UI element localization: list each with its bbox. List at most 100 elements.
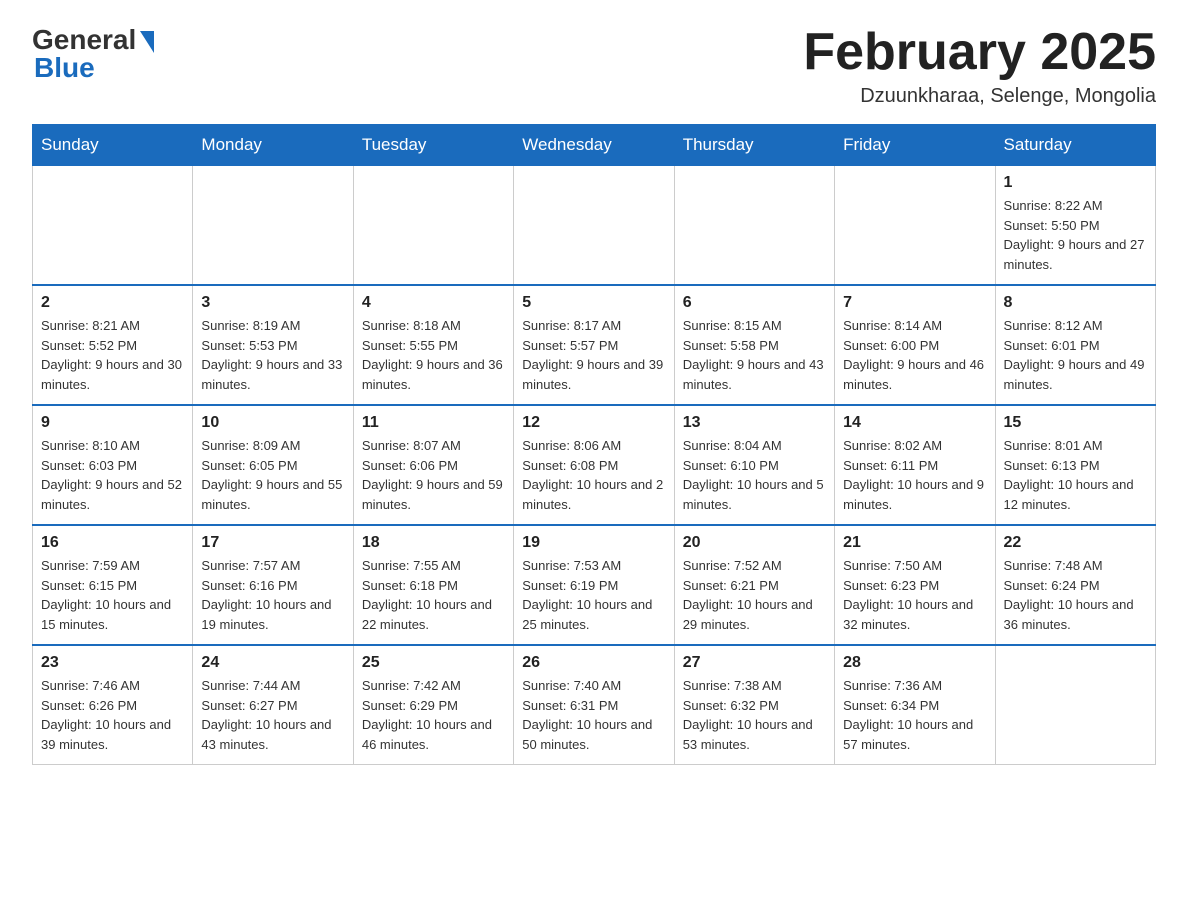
table-row: 12Sunrise: 8:06 AM Sunset: 6:08 PM Dayli… bbox=[514, 405, 674, 525]
day-info: Sunrise: 7:46 AM Sunset: 6:26 PM Dayligh… bbox=[41, 676, 184, 754]
day-number: 18 bbox=[362, 534, 505, 552]
day-info: Sunrise: 8:01 AM Sunset: 6:13 PM Dayligh… bbox=[1004, 436, 1147, 514]
logo-triangle-icon bbox=[140, 31, 154, 53]
table-row bbox=[514, 166, 674, 286]
table-row: 18 Sunrise: 7:55 AM Sunset: 6:18 PM Dayli… bbox=[353, 525, 513, 645]
table-row: 2 Sunrise: 8:21 AM Sunset: 5:52 PM Daylig… bbox=[33, 285, 193, 405]
month-title: February 2025 bbox=[803, 24, 1156, 81]
day-number: 27 bbox=[683, 654, 826, 672]
table-row: 6Sunrise: 8:15 AM Sunset: 5:58 PM Daylig… bbox=[674, 285, 834, 405]
table-row: 10Sunrise: 8:09 AM Sunset: 6:05 PM Dayli… bbox=[193, 405, 353, 525]
day-info: Sunrise: 8:17 AM Sunset: 5:57 PM Dayligh… bbox=[522, 316, 665, 394]
header-thursday: Thursday bbox=[674, 125, 834, 166]
day-number: 7 bbox=[843, 294, 986, 312]
day-number: 1 bbox=[1004, 174, 1147, 192]
day-number: 20 bbox=[683, 534, 826, 552]
calendar-week-row: 2 Sunrise: 8:21 AM Sunset: 5:52 PM Daylig… bbox=[33, 285, 1156, 405]
table-row: 20 Sunrise: 7:52 AM Sunset: 6:21 PM Dayli… bbox=[674, 525, 834, 645]
calendar-week-row: 16 Sunrise: 7:59 AM Sunset: 6:15 PM Dayli… bbox=[33, 525, 1156, 645]
day-info: Sunrise: 8:12 AM Sunset: 6:01 PM Dayligh… bbox=[1004, 316, 1147, 394]
header-friday: Friday bbox=[835, 125, 995, 166]
day-number: 8 bbox=[1004, 294, 1147, 312]
table-row: 28Sunrise: 7:36 AM Sunset: 6:34 PM Dayli… bbox=[835, 645, 995, 765]
table-row: 24 Sunrise: 7:44 AM Sunset: 6:27 PM Dayli… bbox=[193, 645, 353, 765]
day-info: Sunrise: 8:02 AM Sunset: 6:11 PM Dayligh… bbox=[843, 436, 986, 514]
day-info: Sunrise: 7:50 AM Sunset: 6:23 PM Dayligh… bbox=[843, 556, 986, 634]
calendar-week-row: 1Sunrise: 8:22 AM Sunset: 5:50 PM Daylig… bbox=[33, 166, 1156, 286]
day-number: 26 bbox=[522, 654, 665, 672]
page-header: General Blue February 2025 Dzuunkharaa, … bbox=[32, 24, 1156, 108]
day-number: 17 bbox=[201, 534, 344, 552]
header-tuesday: Tuesday bbox=[353, 125, 513, 166]
table-row: 21 Sunrise: 7:50 AM Sunset: 6:23 PM Dayli… bbox=[835, 525, 995, 645]
day-info: Sunrise: 7:52 AM Sunset: 6:21 PM Dayligh… bbox=[683, 556, 826, 634]
calendar-week-row: 9 Sunrise: 8:10 AM Sunset: 6:03 PM Daylig… bbox=[33, 405, 1156, 525]
table-row bbox=[353, 166, 513, 286]
title-area: February 2025 Dzuunkharaa, Selenge, Mong… bbox=[803, 24, 1156, 108]
day-number: 5 bbox=[522, 294, 665, 312]
day-info: Sunrise: 7:42 AM Sunset: 6:29 PM Dayligh… bbox=[362, 676, 505, 754]
day-info: Sunrise: 8:04 AM Sunset: 6:10 PM Dayligh… bbox=[683, 436, 826, 514]
day-info: Sunrise: 7:59 AM Sunset: 6:15 PM Dayligh… bbox=[41, 556, 184, 634]
table-row: 17Sunrise: 7:57 AM Sunset: 6:16 PM Dayli… bbox=[193, 525, 353, 645]
day-info: Sunrise: 8:18 AM Sunset: 5:55 PM Dayligh… bbox=[362, 316, 505, 394]
table-row: 7 Sunrise: 8:14 AM Sunset: 6:00 PM Daylig… bbox=[835, 285, 995, 405]
day-info: Sunrise: 7:44 AM Sunset: 6:27 PM Dayligh… bbox=[201, 676, 344, 754]
day-number: 21 bbox=[843, 534, 986, 552]
day-number: 16 bbox=[41, 534, 184, 552]
day-number: 11 bbox=[362, 414, 505, 432]
location-subtitle: Dzuunkharaa, Selenge, Mongolia bbox=[803, 85, 1156, 108]
day-number: 13 bbox=[683, 414, 826, 432]
day-info: Sunrise: 7:55 AM Sunset: 6:18 PM Dayligh… bbox=[362, 556, 505, 634]
table-row: 27 Sunrise: 7:38 AM Sunset: 6:32 PM Dayli… bbox=[674, 645, 834, 765]
table-row bbox=[835, 166, 995, 286]
day-number: 3 bbox=[201, 294, 344, 312]
header-monday: Monday bbox=[193, 125, 353, 166]
day-number: 9 bbox=[41, 414, 184, 432]
table-row: 19 Sunrise: 7:53 AM Sunset: 6:19 PM Dayli… bbox=[514, 525, 674, 645]
table-row: 8 Sunrise: 8:12 AM Sunset: 6:01 PM Daylig… bbox=[995, 285, 1155, 405]
day-info: Sunrise: 7:53 AM Sunset: 6:19 PM Dayligh… bbox=[522, 556, 665, 634]
table-row bbox=[193, 166, 353, 286]
day-info: Sunrise: 8:07 AM Sunset: 6:06 PM Dayligh… bbox=[362, 436, 505, 514]
day-info: Sunrise: 8:10 AM Sunset: 6:03 PM Dayligh… bbox=[41, 436, 184, 514]
day-info: Sunrise: 8:15 AM Sunset: 5:58 PM Dayligh… bbox=[683, 316, 826, 394]
day-info: Sunrise: 8:19 AM Sunset: 5:53 PM Dayligh… bbox=[201, 316, 344, 394]
day-number: 15 bbox=[1004, 414, 1147, 432]
day-info: Sunrise: 8:06 AM Sunset: 6:08 PM Dayligh… bbox=[522, 436, 665, 514]
header-sunday: Sunday bbox=[33, 125, 193, 166]
table-row: 1Sunrise: 8:22 AM Sunset: 5:50 PM Daylig… bbox=[995, 166, 1155, 286]
day-number: 24 bbox=[201, 654, 344, 672]
calendar-week-row: 23 Sunrise: 7:46 AM Sunset: 6:26 PM Dayli… bbox=[33, 645, 1156, 765]
table-row: 23 Sunrise: 7:46 AM Sunset: 6:26 PM Dayli… bbox=[33, 645, 193, 765]
day-number: 14 bbox=[843, 414, 986, 432]
day-number: 2 bbox=[41, 294, 184, 312]
day-info: Sunrise: 8:14 AM Sunset: 6:00 PM Dayligh… bbox=[843, 316, 986, 394]
day-info: Sunrise: 8:21 AM Sunset: 5:52 PM Dayligh… bbox=[41, 316, 184, 394]
table-row: 5 Sunrise: 8:17 AM Sunset: 5:57 PM Daylig… bbox=[514, 285, 674, 405]
logo-blue-text: Blue bbox=[34, 52, 95, 84]
table-row: 25 Sunrise: 7:42 AM Sunset: 6:29 PM Dayli… bbox=[353, 645, 513, 765]
header-wednesday: Wednesday bbox=[514, 125, 674, 166]
table-row: 22Sunrise: 7:48 AM Sunset: 6:24 PM Dayli… bbox=[995, 525, 1155, 645]
table-row: 11 Sunrise: 8:07 AM Sunset: 6:06 PM Dayli… bbox=[353, 405, 513, 525]
table-row: 15 Sunrise: 8:01 AM Sunset: 6:13 PM Dayli… bbox=[995, 405, 1155, 525]
table-row: 3 Sunrise: 8:19 AM Sunset: 5:53 PM Daylig… bbox=[193, 285, 353, 405]
table-row: 16 Sunrise: 7:59 AM Sunset: 6:15 PM Dayli… bbox=[33, 525, 193, 645]
table-row bbox=[995, 645, 1155, 765]
table-row: 9 Sunrise: 8:10 AM Sunset: 6:03 PM Daylig… bbox=[33, 405, 193, 525]
table-row: 14 Sunrise: 8:02 AM Sunset: 6:11 PM Dayli… bbox=[835, 405, 995, 525]
table-row: 13 Sunrise: 8:04 AM Sunset: 6:10 PM Dayli… bbox=[674, 405, 834, 525]
day-number: 25 bbox=[362, 654, 505, 672]
day-info: Sunrise: 8:09 AM Sunset: 6:05 PM Dayligh… bbox=[201, 436, 344, 514]
day-number: 22 bbox=[1004, 534, 1147, 552]
calendar-table: Sunday Monday Tuesday Wednesday Thursday… bbox=[32, 124, 1156, 765]
day-number: 19 bbox=[522, 534, 665, 552]
day-number: 23 bbox=[41, 654, 184, 672]
calendar-header-row: Sunday Monday Tuesday Wednesday Thursday… bbox=[33, 125, 1156, 166]
day-info: Sunrise: 7:38 AM Sunset: 6:32 PM Dayligh… bbox=[683, 676, 826, 754]
table-row: 4 Sunrise: 8:18 AM Sunset: 5:55 PM Daylig… bbox=[353, 285, 513, 405]
table-row bbox=[674, 166, 834, 286]
day-number: 28 bbox=[843, 654, 986, 672]
day-number: 4 bbox=[362, 294, 505, 312]
